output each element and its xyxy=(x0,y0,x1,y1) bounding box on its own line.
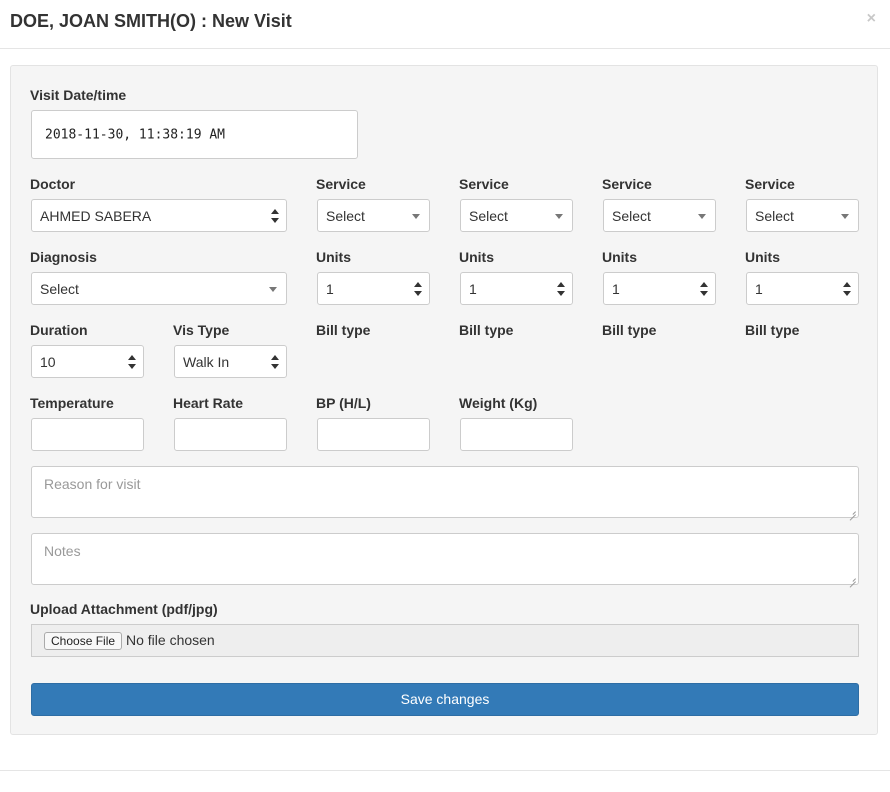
units-value-4: 1 xyxy=(755,280,763,297)
duration-select[interactable]: 10 xyxy=(31,345,144,378)
service-select-3[interactable]: Select xyxy=(603,199,716,232)
reason-placeholder: Reason for visit xyxy=(44,476,141,492)
updown-arrows-icon xyxy=(843,281,851,296)
diagnosis-label: Diagnosis xyxy=(30,249,97,265)
bill-type-label-4: Bill type xyxy=(745,322,800,338)
close-icon[interactable]: × xyxy=(867,10,876,28)
units-label-1: Units xyxy=(316,249,351,265)
chevron-down-icon xyxy=(698,213,706,219)
visit-datetime-label: Visit Date/time xyxy=(30,87,127,103)
updown-arrows-icon xyxy=(271,208,279,223)
temperature-label: Temperature xyxy=(30,395,114,411)
resize-handle-icon[interactable] xyxy=(848,574,856,582)
upload-label: Upload Attachment (pdf/jpg) xyxy=(30,601,218,617)
notes-placeholder: Notes xyxy=(44,543,81,559)
service-label-2: Service xyxy=(459,176,509,192)
units-select-3[interactable]: 1 xyxy=(603,272,716,305)
updown-arrows-icon xyxy=(700,281,708,296)
bill-type-label-3: Bill type xyxy=(602,322,657,338)
visit-datetime-input[interactable]: 2018-11-30, 11:38:19 AM xyxy=(31,110,358,159)
units-value-3: 1 xyxy=(612,280,620,297)
units-value-2: 1 xyxy=(469,280,477,297)
chevron-down-icon xyxy=(412,213,420,219)
service-label-4: Service xyxy=(745,176,795,192)
units-value-1: 1 xyxy=(326,280,334,297)
resize-handle-icon[interactable] xyxy=(848,507,856,515)
updown-arrows-icon xyxy=(128,354,136,369)
temperature-input[interactable] xyxy=(31,418,144,451)
service-value-2: Select xyxy=(469,207,508,224)
diagnosis-select[interactable]: Select xyxy=(31,272,287,305)
service-select-4[interactable]: Select xyxy=(746,199,859,232)
modal-header: DOE, JOAN SMITH(O) : New Visit × xyxy=(0,0,890,49)
service-value-3: Select xyxy=(612,207,651,224)
vis-type-select[interactable]: Walk In xyxy=(174,345,287,378)
weight-input[interactable] xyxy=(460,418,573,451)
choose-file-button[interactable]: Choose File xyxy=(44,632,123,650)
heart-rate-label: Heart Rate xyxy=(173,395,244,411)
duration-label: Duration xyxy=(30,322,88,338)
vis-type-value: Walk In xyxy=(183,353,230,370)
service-value-4: Select xyxy=(755,207,794,224)
service-label-1: Service xyxy=(316,176,366,192)
service-label-3: Service xyxy=(602,176,652,192)
units-select-4[interactable]: 1 xyxy=(746,272,859,305)
file-status: No file chosen xyxy=(126,632,215,648)
chevron-down-icon xyxy=(841,213,849,219)
doctor-value: AHMED SABERA xyxy=(40,207,152,224)
vis-type-label: Vis Type xyxy=(173,322,230,338)
chevron-down-icon xyxy=(555,213,563,219)
bp-label: BP (H/L) xyxy=(316,395,371,411)
doctor-label: Doctor xyxy=(30,176,76,192)
file-upload: Choose File No file chosen xyxy=(31,624,859,657)
units-label-3: Units xyxy=(602,249,637,265)
bill-type-label-2: Bill type xyxy=(459,322,514,338)
bill-type-label-1: Bill type xyxy=(316,322,371,338)
service-select-2[interactable]: Select xyxy=(460,199,573,232)
modal-footer-divider xyxy=(0,770,890,771)
updown-arrows-icon xyxy=(414,281,422,296)
units-label-4: Units xyxy=(745,249,780,265)
visit-datetime-value: 2018-11-30, 11:38:19 AM xyxy=(45,127,226,142)
updown-arrows-icon xyxy=(271,354,279,369)
visit-form: Visit Date/time 2018-11-30, 11:38:19 AM … xyxy=(10,65,878,735)
chevron-down-icon xyxy=(269,286,277,292)
updown-arrows-icon xyxy=(557,281,565,296)
reason-textarea[interactable]: Reason for visit xyxy=(31,466,859,518)
duration-value: 10 xyxy=(40,353,56,370)
save-button[interactable]: Save changes xyxy=(31,683,859,716)
notes-textarea[interactable]: Notes xyxy=(31,533,859,585)
diagnosis-value: Select xyxy=(40,280,79,297)
modal-title: DOE, JOAN SMITH(O) : New Visit xyxy=(10,11,292,31)
units-select-2[interactable]: 1 xyxy=(460,272,573,305)
units-select-1[interactable]: 1 xyxy=(317,272,430,305)
units-label-2: Units xyxy=(459,249,494,265)
doctor-select[interactable]: AHMED SABERA xyxy=(31,199,287,232)
weight-label: Weight (Kg) xyxy=(459,395,538,411)
heart-rate-input[interactable] xyxy=(174,418,287,451)
service-value-1: Select xyxy=(326,207,365,224)
bp-input[interactable] xyxy=(317,418,430,451)
service-select-1[interactable]: Select xyxy=(317,199,430,232)
